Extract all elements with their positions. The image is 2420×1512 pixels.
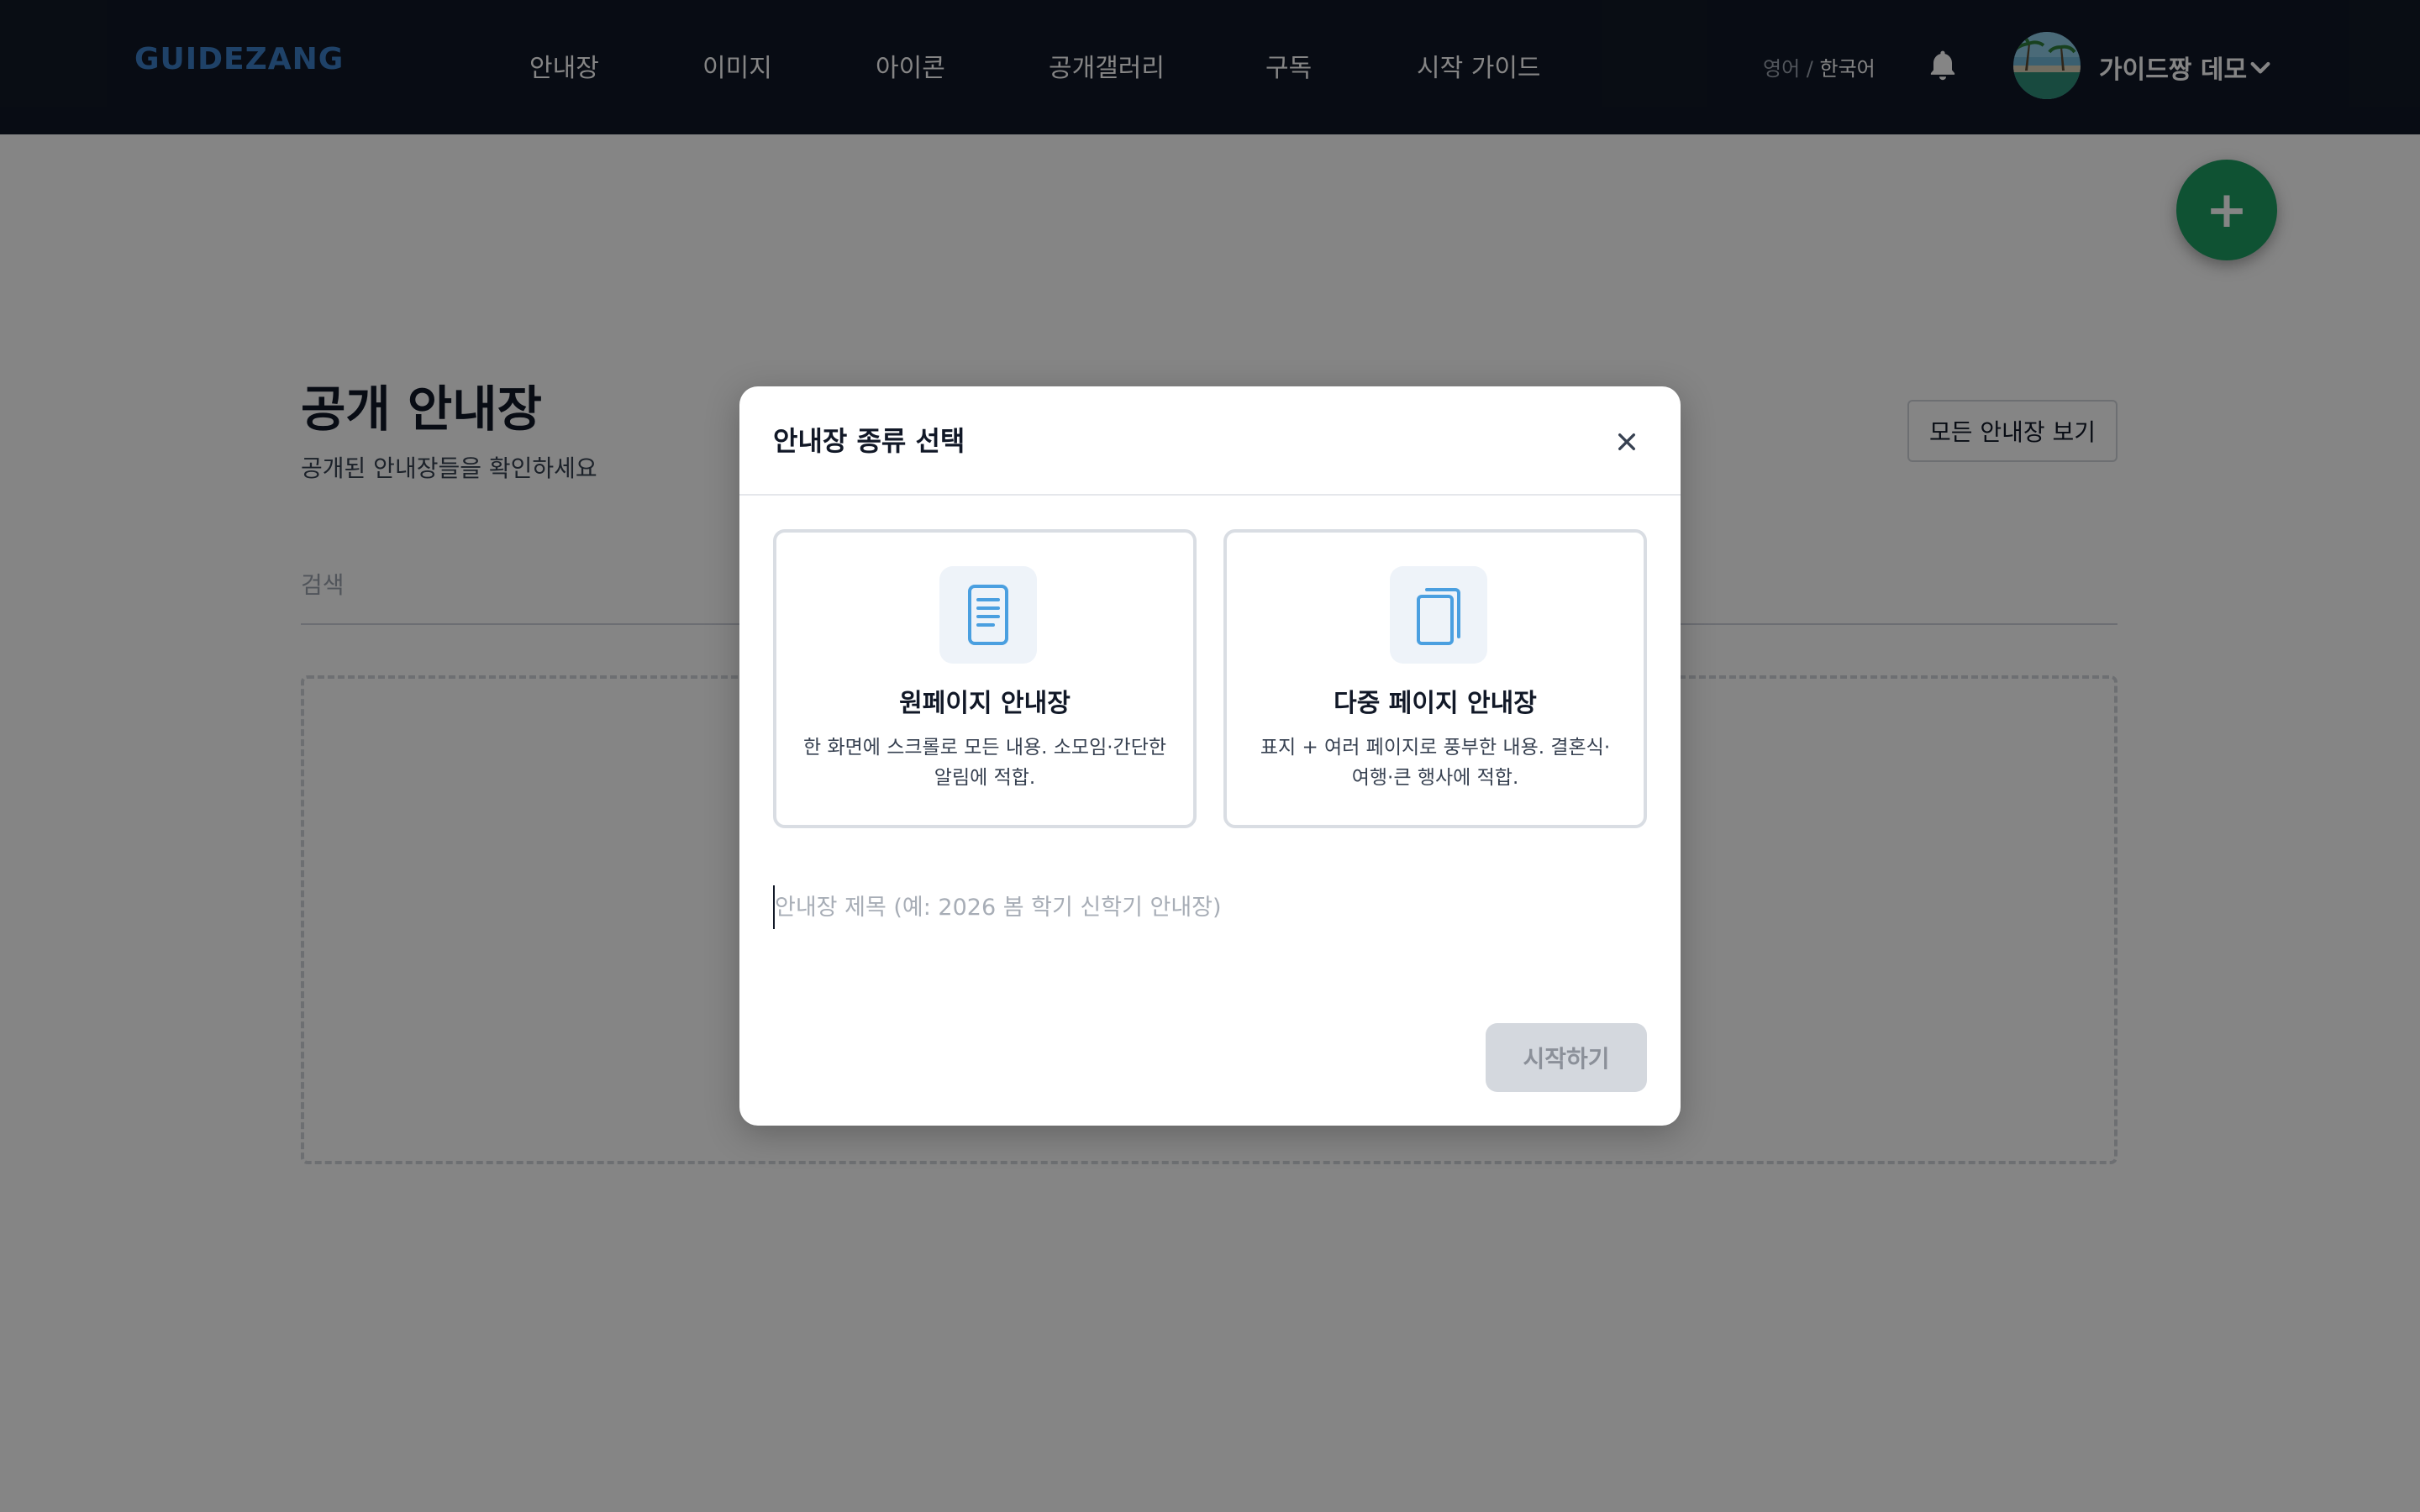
single-page-guide-card[interactable]: 원페이지 안내장 한 화면에 스크롤로 모든 내용. 소모임·간단한 알림에 적…	[773, 529, 1197, 828]
card-description: 표지 + 여러 페이지로 풍부한 내용. 결혼식·여행·큰 행사에 적합.	[1260, 737, 1611, 789]
start-button[interactable]: 시작하기	[1486, 1023, 1647, 1092]
guide-title-input[interactable]	[773, 885, 1649, 929]
multi-page-guide-card[interactable]: 다중 페이지 안내장 표지 + 여러 페이지로 풍부한 내용. 결혼식·여행·큰…	[1223, 529, 1647, 828]
multi-page-document-icon	[1390, 566, 1487, 664]
modal-header: 안내장 종류 선택	[739, 386, 1681, 496]
card-description: 한 화면에 스크롤로 모든 내용. 소모임·간단한 알림에 적합.	[802, 737, 1167, 789]
modal-title: 안내장 종류 선택	[773, 425, 965, 457]
close-icon[interactable]	[1610, 425, 1644, 459]
card-title: 다중 페이지 안내장	[1334, 689, 1537, 718]
card-title: 원페이지 안내장	[899, 689, 1071, 718]
guide-type-modal: 안내장 종류 선택 원페이지 안내장 한 화면에 스크롤로 모든 내용. 소모임…	[739, 386, 1681, 1126]
single-page-document-icon	[939, 566, 1037, 664]
